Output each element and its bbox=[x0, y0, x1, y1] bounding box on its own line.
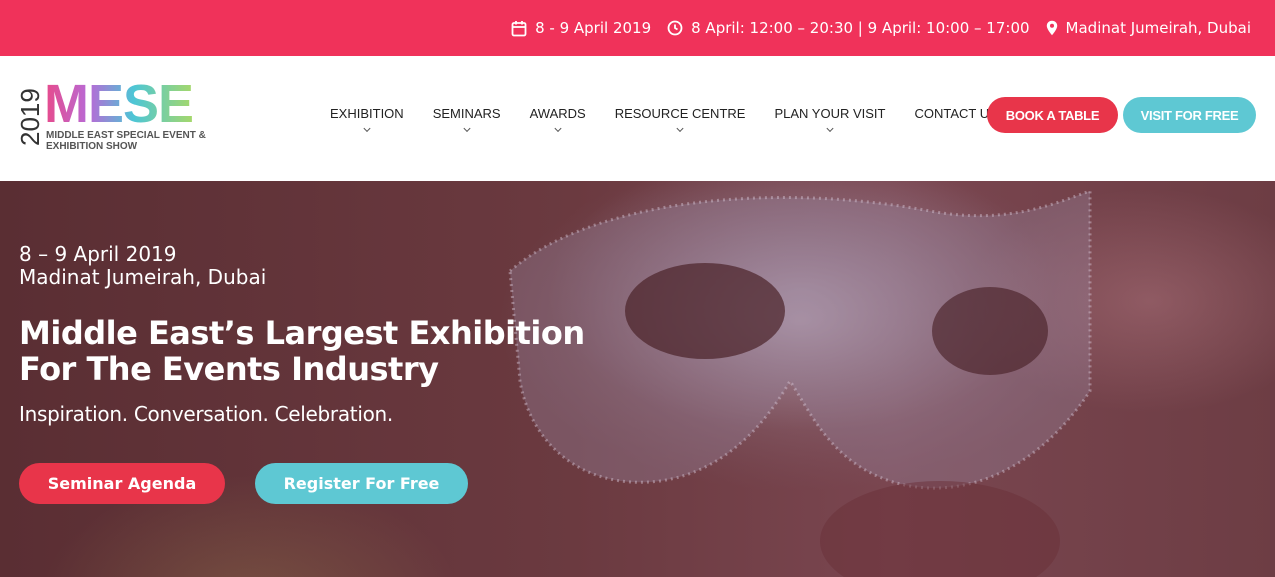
nav-item-seminars[interactable]: SEMINARS bbox=[432, 106, 501, 133]
nav-item-label: SEMINARS bbox=[432, 106, 501, 121]
site-header: 2019 MESE MIDDLE EAST SPECIAL EVENT & EX… bbox=[0, 56, 1275, 181]
visit-for-free-button[interactable]: VISIT FOR FREE bbox=[1123, 97, 1256, 133]
nav-item-contact-us[interactable]: CONTACT US bbox=[914, 106, 997, 121]
nav-item-label: RESOURCE CENTRE bbox=[614, 106, 746, 121]
book-a-table-button[interactable]: BOOK A TABLE bbox=[987, 97, 1118, 133]
nav-item-resource-centre[interactable]: RESOURCE CENTRE bbox=[614, 106, 746, 133]
hero-venue: Madinat Jumeirah, Dubai bbox=[19, 265, 267, 289]
event-dates: 8 - 9 April 2019 bbox=[511, 19, 651, 37]
mese-logo[interactable]: 2019 MESE MIDDLE EAST SPECIAL EVENT & EX… bbox=[15, 76, 226, 156]
hero-date: 8 – 9 April 2019 bbox=[19, 242, 177, 266]
event-dates-text: 8 - 9 April 2019 bbox=[535, 19, 652, 37]
chevron-down-icon bbox=[826, 124, 834, 133]
logo-year: 2019 bbox=[15, 88, 45, 146]
logo-wordmark: MESE bbox=[44, 74, 194, 134]
nav-item-label: AWARDS bbox=[529, 106, 586, 121]
nav-item-label: CONTACT US bbox=[914, 106, 998, 121]
main-nav: EXHIBITION SEMINARS AWARDS RESOURCE CENT… bbox=[330, 106, 998, 133]
event-venue: Madinat Jumeirah, Dubai bbox=[1046, 19, 1251, 37]
nav-item-plan-your-visit[interactable]: PLAN YOUR VISIT bbox=[774, 106, 886, 133]
hero-subtitle: Inspiration. Conversation. Celebration. bbox=[19, 402, 393, 426]
chevron-down-icon bbox=[676, 124, 684, 133]
event-hours-text: 8 April: 12:00 – 20:30 | 9 April: 10:00 … bbox=[691, 19, 1030, 37]
top-info-bar: 8 - 9 April 2019 8 April: 12:00 – 20:30 … bbox=[0, 0, 1275, 56]
hero-title: Middle East’s Largest Exhibition For The… bbox=[19, 314, 585, 388]
nav-item-exhibition[interactable]: EXHIBITION bbox=[330, 106, 404, 133]
nav-item-label: PLAN YOUR VISIT bbox=[774, 106, 886, 121]
logo-tagline: MIDDLE EAST SPECIAL EVENT & EXHIBITION S… bbox=[46, 130, 206, 152]
calendar-icon bbox=[511, 20, 527, 36]
seminar-agenda-button[interactable]: Seminar Agenda bbox=[19, 463, 225, 504]
register-for-free-button[interactable]: Register For Free bbox=[255, 463, 468, 504]
chevron-down-icon bbox=[554, 124, 562, 133]
hero-banner: 8 – 9 April 2019 Madinat Jumeirah, Dubai… bbox=[0, 181, 1275, 577]
event-venue-text: Madinat Jumeirah, Dubai bbox=[1065, 19, 1251, 37]
nav-item-label: EXHIBITION bbox=[330, 106, 404, 121]
location-pin-icon bbox=[1046, 20, 1057, 36]
event-hours: 8 April: 12:00 – 20:30 | 9 April: 10:00 … bbox=[667, 19, 1030, 37]
chevron-down-icon bbox=[363, 124, 371, 133]
nav-item-awards[interactable]: AWARDS bbox=[529, 106, 586, 133]
chevron-down-icon bbox=[463, 124, 471, 133]
clock-icon bbox=[667, 20, 683, 36]
